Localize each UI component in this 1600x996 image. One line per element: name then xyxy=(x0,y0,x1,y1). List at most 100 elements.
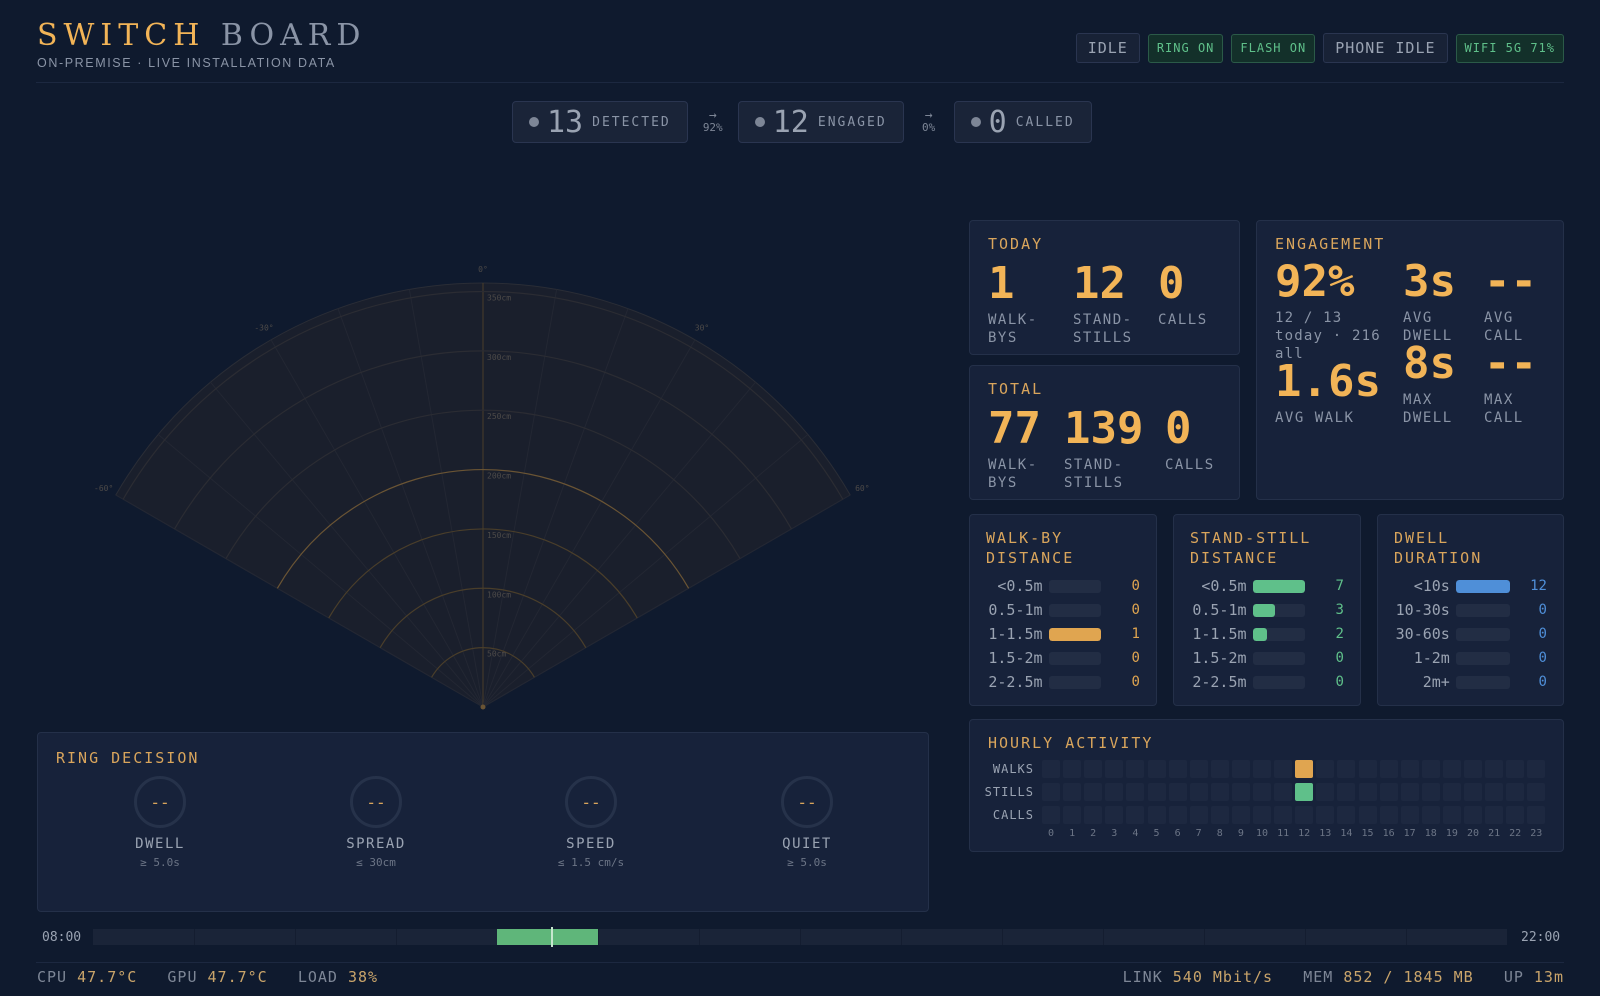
hourly-cell xyxy=(1527,806,1546,824)
bar-track xyxy=(1048,579,1102,593)
bar-row: 0.5-1m 3 xyxy=(1190,598,1344,622)
bar-track xyxy=(1048,603,1102,617)
today-title: TODAY xyxy=(988,235,1044,253)
bar-fill xyxy=(1455,579,1510,593)
funnel: 13 DETECTED → 92% 12 ENGAGED → 0% 0 CALL… xyxy=(512,101,1092,143)
walkby_distance-title: WALK-BY DISTANCE xyxy=(986,529,1075,567)
hourly-cell xyxy=(1400,760,1419,778)
hourly-hour-label: 6 xyxy=(1174,828,1181,839)
bar-track xyxy=(1252,579,1306,593)
hourly-cell xyxy=(1274,783,1293,801)
bar-label: 2-2.5m xyxy=(988,673,1043,691)
hourly-cell xyxy=(1485,806,1504,824)
uptime: 13m xyxy=(1533,968,1564,986)
hourly-hour-label: 23 xyxy=(1530,828,1543,839)
hourly-cell xyxy=(1126,760,1145,778)
hourly-cell xyxy=(1063,806,1082,824)
footer-right: LINK 540 Mbit/s MEM 852 / 1845 MB UP 13m xyxy=(1122,968,1564,986)
hourly-cell xyxy=(1316,806,1335,824)
gauge-label: SPREAD xyxy=(346,836,406,852)
timeline-track[interactable] xyxy=(93,927,1507,947)
bar-label: 2m+ xyxy=(1422,673,1450,691)
hourly-hour-label: 14 xyxy=(1340,828,1353,839)
gauge-dwell: -- DWELL ≥ 5.0s xyxy=(80,776,240,869)
hourly-cell xyxy=(1147,806,1166,824)
hourly-cell xyxy=(1421,806,1440,824)
standstill-distance-panel: STAND-STILL DISTANCE <0.5m 7 0.5-1m 3 1-1.… xyxy=(1173,514,1361,706)
hourly-cell xyxy=(1464,760,1482,778)
bar-value: 0 xyxy=(1538,674,1547,690)
hourly-cell xyxy=(1084,783,1103,801)
bar-track xyxy=(1455,651,1510,665)
hourly-cell xyxy=(1337,783,1356,801)
hourly-cell xyxy=(1105,760,1124,778)
hourly-cell xyxy=(1358,760,1377,778)
hourly-cell xyxy=(1316,760,1335,778)
bar-value: 0 xyxy=(1131,650,1140,666)
bar-label: 1.5-2m xyxy=(988,649,1043,667)
radar-range-label: 300cm xyxy=(487,353,511,362)
bar-label: 2-2.5m xyxy=(1192,673,1247,691)
gauge-threshold: ≥ 5.0s xyxy=(140,856,180,869)
timeline-hour-tick xyxy=(901,929,902,945)
ring-decision-panel: RING DECISION -- DWELL ≥ 5.0s -- SPREAD ≤… xyxy=(37,732,929,912)
bar-track xyxy=(1252,651,1306,665)
bar-value: 0 xyxy=(1538,602,1547,618)
hourly-cell xyxy=(1105,806,1124,824)
status-chip-flash: FLASH ON xyxy=(1231,33,1316,63)
bar-fill xyxy=(1252,603,1276,617)
hourly-cell xyxy=(1464,783,1482,801)
hourly-cell xyxy=(1379,806,1398,824)
link-speed: 540 Mbit/s xyxy=(1172,968,1274,986)
bar-row: 10-30s 0 xyxy=(1394,598,1547,622)
hourly-cell xyxy=(1210,783,1229,801)
gauge-label: SPEED xyxy=(566,836,616,852)
hourly-cell xyxy=(1105,783,1124,801)
hourly-hour-label: 9 xyxy=(1237,828,1244,839)
hourly-cell xyxy=(1295,760,1314,778)
hourly-cell xyxy=(1231,760,1250,778)
hourly-cell xyxy=(1210,760,1229,778)
today-walkbys: 1 WALK- BYS xyxy=(988,258,1038,347)
bar-label: 1-1.5m xyxy=(988,625,1043,643)
hourly-cell xyxy=(1358,806,1377,824)
gauge-ring-icon: -- xyxy=(781,776,833,828)
bar-fill xyxy=(1048,627,1102,641)
bar-row: 1.5-2m 0 xyxy=(986,646,1140,670)
dot-icon xyxy=(970,117,981,127)
hourly-activity-panel: HOURLY ACTIVITY WALKS STILLS CALLS 0 1 2 3 4 5 6 7… xyxy=(969,719,1564,852)
hourly-cell xyxy=(1274,806,1293,824)
bar-label: 1.5-2m xyxy=(1192,649,1247,667)
hourly-hour-label: 15 xyxy=(1361,828,1374,839)
hourly-hour-label: 0 xyxy=(1047,828,1055,839)
radar-angle-label: -60° xyxy=(94,484,113,493)
radar-view: 350cm 300cm 250cm 200cm 150cm 100cm 50cm 0° -30°… xyxy=(94,265,870,710)
hourly-cell xyxy=(1168,783,1187,801)
gauge-ring-icon: -- xyxy=(134,776,186,828)
dwell-duration-panel: DWELL DURATION <10s 12 10-30s 0 30-60s 0 1-… xyxy=(1377,514,1564,706)
today-panel: TODAY 1 WALK- BYS 12 STAND- STILLS 0 CALLS xyxy=(969,220,1240,355)
radar-angle-label: 30° xyxy=(695,324,709,333)
hourly-cell xyxy=(1316,783,1335,801)
timeline-hour-tick xyxy=(699,929,700,945)
bar-value: 1 xyxy=(1131,626,1140,642)
hourly-cell xyxy=(1231,783,1250,801)
gpu-temp: 47.7°C xyxy=(207,968,268,986)
timeline-hour-tick xyxy=(194,929,195,945)
bar-row: <0.5m 7 xyxy=(1190,574,1344,598)
hourly-cell xyxy=(1379,783,1398,801)
bar-label: <0.5m xyxy=(1201,577,1247,595)
gauge-threshold: ≥ 5.0s xyxy=(787,856,827,869)
hourly-hour-label: 17 xyxy=(1403,828,1416,839)
hourly-cell xyxy=(1442,806,1461,824)
bar-track xyxy=(1252,603,1306,617)
hourly-row-label: CALLS xyxy=(992,808,1034,822)
hourly-cell xyxy=(1506,760,1525,778)
app-title: SWITCH BOARD xyxy=(37,18,367,53)
funnel-detected: 13 DETECTED xyxy=(512,101,688,143)
hourly-cell xyxy=(1295,806,1314,824)
hourly-row-label: WALKS xyxy=(992,762,1034,776)
hourly-title: HOURLY ACTIVITY xyxy=(988,734,1154,752)
timeline-hour-tick xyxy=(1103,929,1104,945)
hourly-hour-label: 21 xyxy=(1488,828,1501,839)
